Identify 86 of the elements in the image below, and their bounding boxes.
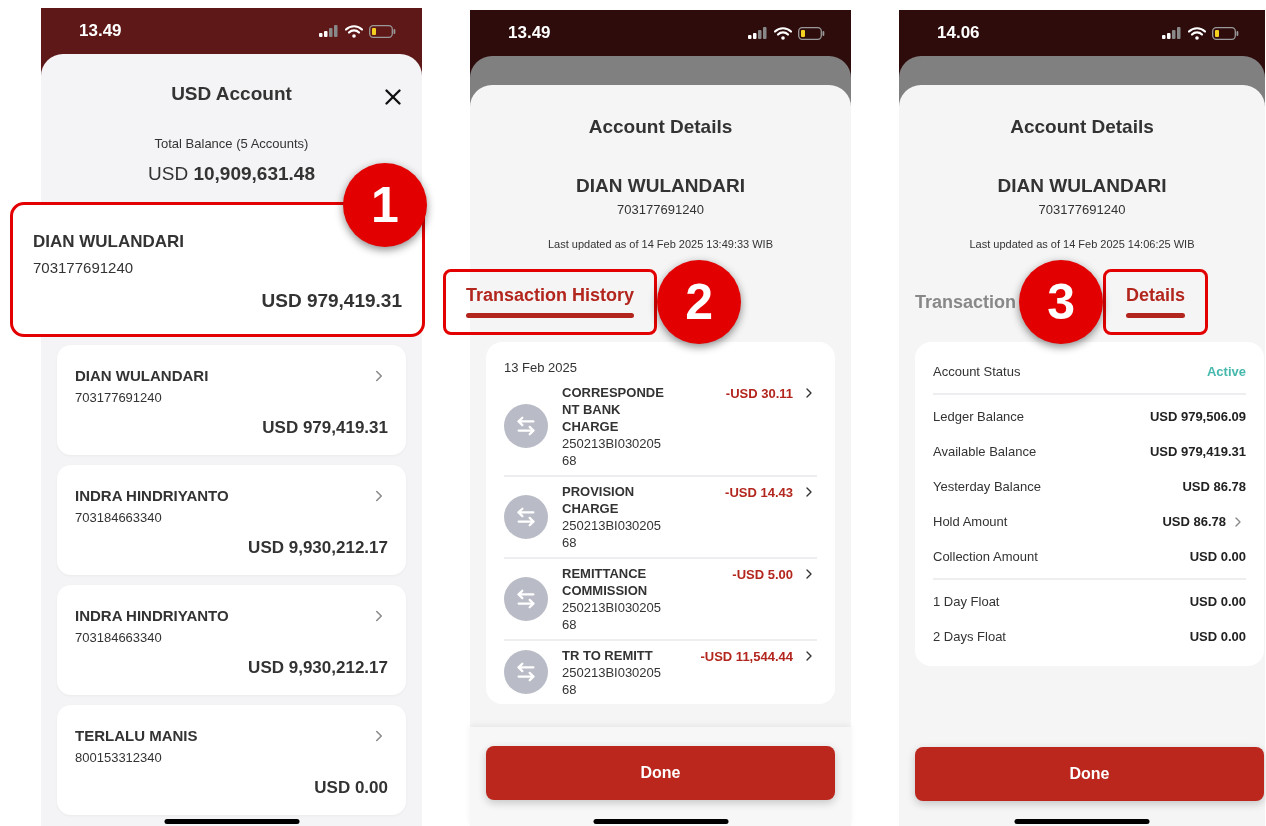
transfer-icon: [504, 650, 548, 694]
detail-value: USD 0.00: [1189, 547, 1246, 566]
account-number: 703177691240: [617, 201, 704, 219]
account-balance: USD 9,930,212.17: [248, 537, 388, 559]
account-balance: USD 979,419.31: [261, 289, 402, 313]
detail-label: Ledger Balance: [933, 407, 1025, 426]
detail-label: Available Balance: [933, 442, 1037, 461]
transaction-row[interactable]: REMITTANCE COMMISSION 250213BI03020568 -USD 5.00: [504, 558, 817, 641]
transaction-amount: -USD 30.11: [724, 384, 793, 403]
account-name: TERLALU MANIS: [75, 726, 198, 746]
wifi-icon: [345, 24, 363, 38]
total-balance: USD 10,909,631.48: [148, 161, 315, 186]
signal-icon: [1162, 27, 1182, 39]
done-button[interactable]: Done: [915, 747, 1264, 801]
account-number: 703184663340: [75, 628, 163, 647]
account-name: DIAN WULANDARI: [576, 173, 745, 198]
wifi-icon: [774, 26, 792, 40]
battery-icon: [1212, 26, 1239, 40]
detail-value: USD 0.00: [1189, 592, 1246, 611]
total-balance-label: Total Balance (5 Accounts): [154, 135, 309, 153]
account-number: 703177691240: [33, 257, 135, 278]
account-number: 800153312340: [75, 748, 163, 767]
detail-value: USD 86.78: [1162, 512, 1226, 531]
sheet-title: Account Details: [588, 115, 733, 139]
battery-icon: [798, 26, 825, 40]
transfer-icon: [504, 576, 548, 621]
battery-icon: [369, 24, 396, 38]
detail-value: USD 86.78: [1182, 477, 1246, 496]
signal-icon: [748, 27, 768, 39]
account-balance: USD 979,419.31: [262, 417, 388, 439]
transaction-title: PROVISION CHARGE: [562, 482, 636, 517]
detail-label: Yesterday Balance: [933, 477, 1041, 496]
tab[interactable]: Details: [1103, 269, 1209, 335]
done-button[interactable]: Done: [486, 746, 835, 800]
transaction-date: 13 Feb 2025: [504, 359, 578, 377]
transaction-title: TR TO REMITT: [562, 646, 654, 664]
account-card[interactable]: DIAN WULANDARI 703177691240 USD 979,419.31: [57, 345, 406, 455]
transfer-icon: [504, 404, 548, 448]
detail-label: 1 Day Float: [933, 592, 1000, 611]
wifi-icon: [1188, 26, 1206, 40]
detail-label: Collection Amount: [933, 547, 1038, 566]
detail-value: USD 0.00: [1189, 627, 1246, 646]
account-name: DIAN WULANDARI: [33, 231, 186, 253]
sheet-title: USD Account: [171, 81, 292, 106]
step-badge: 2: [657, 260, 742, 344]
account-name: INDRA HINDRIYANTO: [75, 606, 229, 626]
transaction-title: CORRESPONDENT BANK CHARGE: [562, 383, 665, 435]
transaction-amount: -USD 14.43: [724, 483, 793, 502]
transaction-title: REMITTANCE COMMISSION: [562, 564, 649, 599]
transfer-icon: [504, 494, 548, 539]
transaction-reference: 250213BI03020568: [562, 663, 663, 698]
tab[interactable]: Transaction History: [443, 269, 658, 335]
detail-value: USD 979,419.31: [1149, 442, 1246, 461]
account-balance: USD 0.00: [314, 777, 388, 799]
account-card[interactable]: INDRA HINDRIYANTO 703184663340 USD 9,930,212.17: [57, 465, 406, 575]
sheet-title: Account Details: [1010, 115, 1154, 139]
transaction-amount: -USD 5.00: [731, 565, 793, 584]
detail-label: Account Status: [933, 362, 1021, 381]
transaction-reference: 250213BI03020568: [562, 434, 663, 469]
status-time: 13.49: [508, 22, 551, 45]
account-card[interactable]: INDRA HINDRIYANTO 703184663340 USD 9,930,212.17: [57, 585, 406, 695]
account-number: 703177691240: [75, 388, 163, 407]
detail-label: 2 Days Float: [933, 627, 1006, 646]
account-name: INDRA HINDRIYANTO: [75, 486, 229, 506]
account-name: DIAN WULANDARI: [997, 173, 1167, 198]
last-updated-text: Last updated as of 14 Feb 2025 14:06:25 WIB: [969, 236, 1195, 252]
detail-value: USD 979,506.09: [1149, 407, 1246, 426]
signal-icon: [319, 25, 339, 37]
account-card[interactable]: TERLALU MANIS 800153312340 USD 0.00: [57, 705, 406, 815]
status-time: 13.49: [79, 20, 122, 43]
transaction-row[interactable]: CORRESPONDENT BANK CHARGE 250213BI03020568 -USD 30.11: [504, 377, 817, 477]
transaction-row[interactable]: PROVISION CHARGE 250213BI03020568 -USD 14.43: [504, 476, 817, 559]
account-number: 703177691240: [1038, 201, 1126, 219]
transaction-reference: 250213BI03020568: [562, 516, 663, 551]
last-updated-text: Last updated as of 14 Feb 2025 13:49:33 WIB: [547, 236, 774, 252]
status-value: Active: [1206, 362, 1246, 381]
step-badge: 1: [343, 163, 427, 247]
transaction-reference: 250213BI03020568: [562, 598, 663, 633]
transaction-row[interactable]: TR TO REMITT 250213BI03020568 -USD 11,544.44: [504, 640, 817, 704]
account-balance: USD 9,930,212.17: [248, 657, 388, 679]
account-name: DIAN WULANDARI: [75, 366, 209, 386]
account-number: 703184663340: [75, 508, 163, 527]
detail-label: Hold Amount: [933, 512, 1008, 531]
status-time: 14.06: [937, 22, 980, 45]
transaction-amount: -USD 11,544.44: [699, 647, 793, 666]
step-badge: 3: [1019, 260, 1104, 344]
